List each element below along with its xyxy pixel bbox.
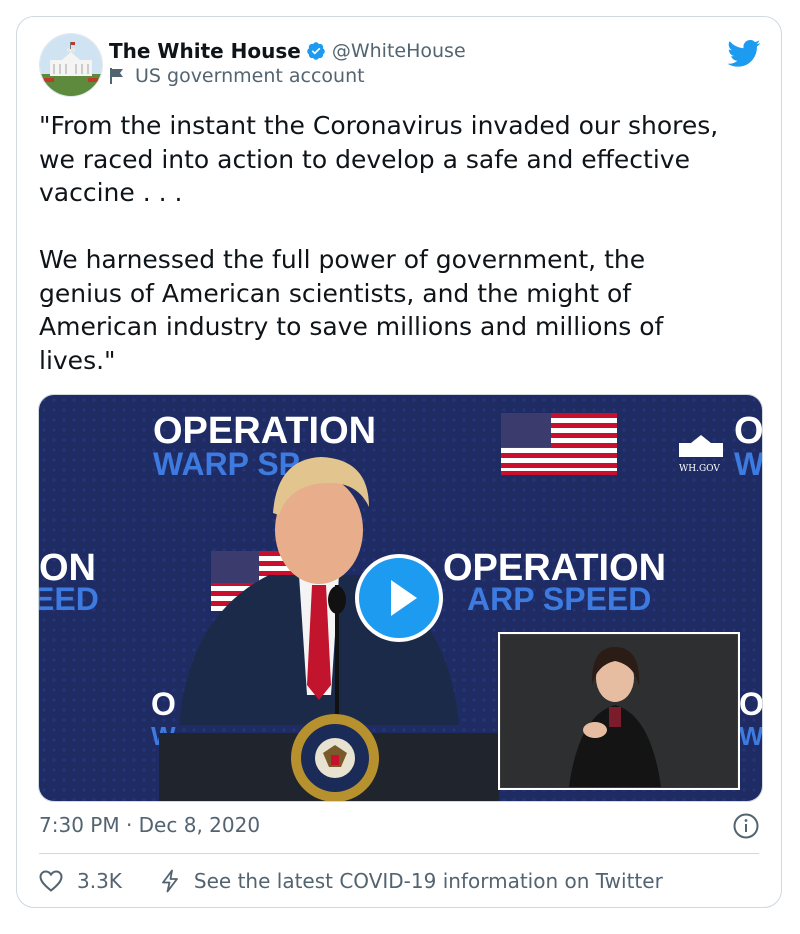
video-thumbnail[interactable]: OPERATION WARP SP WH.GOV O W ON EED OPER… bbox=[38, 394, 763, 802]
author-avatar[interactable] bbox=[39, 33, 103, 97]
microphone-icon bbox=[328, 586, 346, 614]
twitter-bird-icon[interactable] bbox=[727, 39, 761, 67]
author-name-row: The White House @WhiteHouse bbox=[109, 39, 466, 63]
verified-badge-icon bbox=[307, 42, 325, 60]
tweet-timestamp[interactable]: 7:30 PM · Dec 8, 2020 bbox=[39, 813, 260, 837]
government-account-label: US government account bbox=[109, 65, 365, 87]
author-handle[interactable]: @WhiteHouse bbox=[332, 40, 466, 62]
author-name[interactable]: The White House bbox=[109, 39, 301, 63]
divider bbox=[39, 853, 759, 854]
sign-language-inset bbox=[498, 632, 740, 790]
tweet-text: "From the instant the Coronavirus invade… bbox=[39, 111, 719, 375]
banner-left-line2: EED bbox=[39, 581, 99, 617]
play-icon bbox=[391, 580, 417, 616]
svg-text:W: W bbox=[739, 721, 762, 751]
government-account-text: US government account bbox=[135, 65, 365, 87]
banner-center-line2: ARP SPEED bbox=[467, 581, 651, 617]
flag-icon bbox=[110, 68, 123, 84]
lightning-bolt-icon bbox=[162, 869, 178, 893]
presidential-seal bbox=[291, 714, 379, 801]
banner-top-line2: WARP SP bbox=[153, 446, 300, 482]
tweet-actions: 3.3K See the latest COVID-19 information… bbox=[39, 869, 663, 893]
svg-text:O: O bbox=[739, 686, 762, 722]
svg-text:WH.GOV: WH.GOV bbox=[679, 464, 720, 474]
svg-text:W: W bbox=[734, 446, 762, 482]
play-button[interactable] bbox=[355, 554, 443, 642]
svg-text:O: O bbox=[151, 686, 176, 722]
us-flag-top bbox=[501, 413, 617, 475]
tweet-card: The White House @WhiteHouse US governmen… bbox=[16, 16, 782, 908]
heart-icon[interactable] bbox=[39, 870, 63, 892]
covid-info-link[interactable]: See the latest COVID-19 information on T… bbox=[194, 869, 663, 893]
info-icon[interactable] bbox=[733, 813, 759, 839]
like-count[interactable]: 3.3K bbox=[77, 869, 122, 893]
